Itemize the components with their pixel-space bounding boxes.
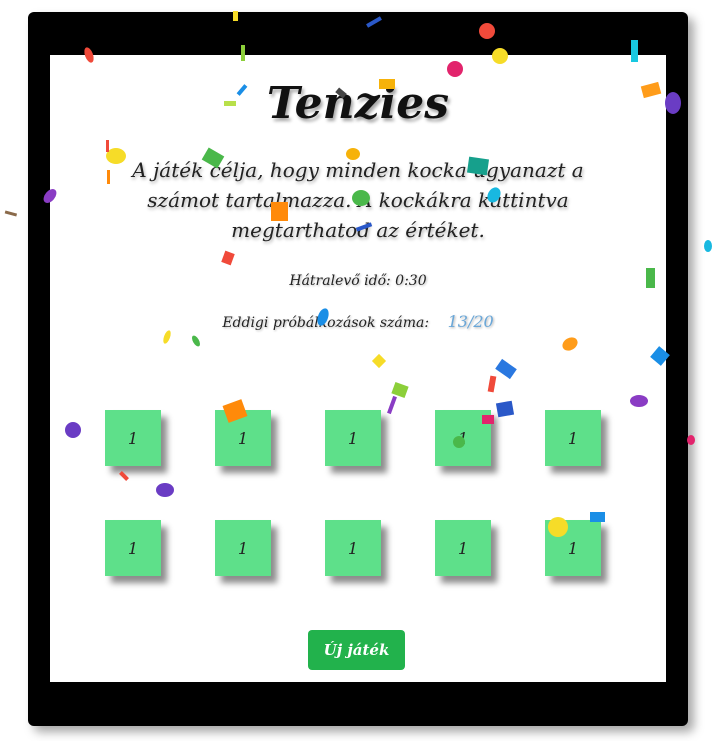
tries-label: Eddigi próbálkozások száma: — [222, 315, 430, 331]
game-description: A játék célja, hogy minden kocka ugyanaz… — [132, 158, 584, 242]
tries-count: 13/20 — [447, 312, 494, 331]
die[interactable]: 1 — [215, 410, 271, 466]
die[interactable]: 1 — [325, 410, 381, 466]
confetti-piece — [4, 210, 18, 217]
die[interactable]: 1 — [435, 410, 491, 466]
die[interactable]: 1 — [545, 410, 601, 466]
die[interactable]: 1 — [435, 520, 491, 576]
new-game-button[interactable]: Új játék — [308, 630, 405, 670]
die[interactable]: 1 — [545, 520, 601, 576]
game-panel — [50, 55, 666, 682]
die[interactable]: 1 — [105, 410, 161, 466]
confetti-piece — [687, 435, 695, 445]
timer-label: Hátralevő idő: 0:30 — [289, 273, 427, 289]
die[interactable]: 1 — [215, 520, 271, 576]
game-title: Tenzies — [266, 78, 450, 129]
confetti-piece — [704, 240, 712, 252]
tries-row: Eddigi próbálkozások száma: 13/20 — [50, 312, 666, 331]
die[interactable]: 1 — [325, 520, 381, 576]
die[interactable]: 1 — [105, 520, 161, 576]
